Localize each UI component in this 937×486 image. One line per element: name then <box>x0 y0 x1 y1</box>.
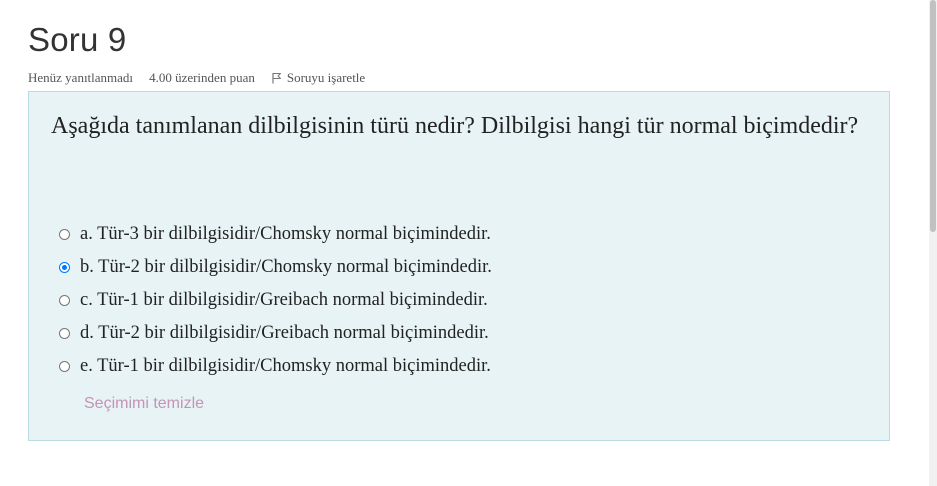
answer-option-a[interactable]: a. Tür-3 bir dilbilgisidir/Chomsky norma… <box>59 218 492 251</box>
radio-button-d[interactable] <box>59 328 70 339</box>
scrollbar-thumb[interactable] <box>930 0 936 232</box>
question-title: Soru 9 <box>28 21 127 58</box>
answer-label-d: d. Tür-2 bir dilbilgisidir/Greibach norm… <box>80 323 489 343</box>
radio-button-c[interactable] <box>59 295 70 306</box>
radio-button-b[interactable] <box>59 262 70 273</box>
question-text: Aşağıda tanımlanan dilbilgisinin türü ne… <box>51 113 859 139</box>
answer-label-a: a. Tür-3 bir dilbilgisidir/Chomsky norma… <box>80 224 491 244</box>
radio-button-a[interactable] <box>59 229 70 240</box>
answer-label-c: c. Tür-1 bir dilbilgisidir/Greibach norm… <box>80 290 488 310</box>
clear-selection-link[interactable]: Seçimimi temizle <box>84 395 204 413</box>
answer-label-e: e. Tür-1 bir dilbilgisidir/Chomsky norma… <box>80 356 491 376</box>
question-points: 4.00 üzerinden puan <box>149 70 255 85</box>
answer-option-c[interactable]: c. Tür-1 bir dilbilgisidir/Greibach norm… <box>59 284 492 317</box>
answer-option-d[interactable]: d. Tür-2 bir dilbilgisidir/Greibach norm… <box>59 317 492 350</box>
answer-label-b: b. Tür-2 bir dilbilgisidir/Chomsky norma… <box>80 257 492 277</box>
answer-status: Henüz yanıtlanmadı <box>28 70 134 85</box>
answer-option-b[interactable]: b. Tür-2 bir dilbilgisidir/Chomsky norma… <box>59 251 492 284</box>
question-content-box: Aşağıda tanımlanan dilbilgisinin türü ne… <box>28 91 890 441</box>
page-scrollbar[interactable] <box>929 0 937 486</box>
answer-option-e[interactable]: e. Tür-1 bir dilbilgisidir/Chomsky norma… <box>59 350 492 383</box>
flag-question-link[interactable]: Soruyu işaretle <box>271 70 365 86</box>
flag-question-label: Soruyu işaretle <box>286 70 366 85</box>
radio-button-e[interactable] <box>59 361 70 372</box>
flag-icon <box>272 73 281 84</box>
question-meta: Henüz yanıtlanmadı 4.00 üzerinden puan S… <box>28 70 365 86</box>
answer-list: a. Tür-3 bir dilbilgisidir/Chomsky norma… <box>59 218 492 383</box>
